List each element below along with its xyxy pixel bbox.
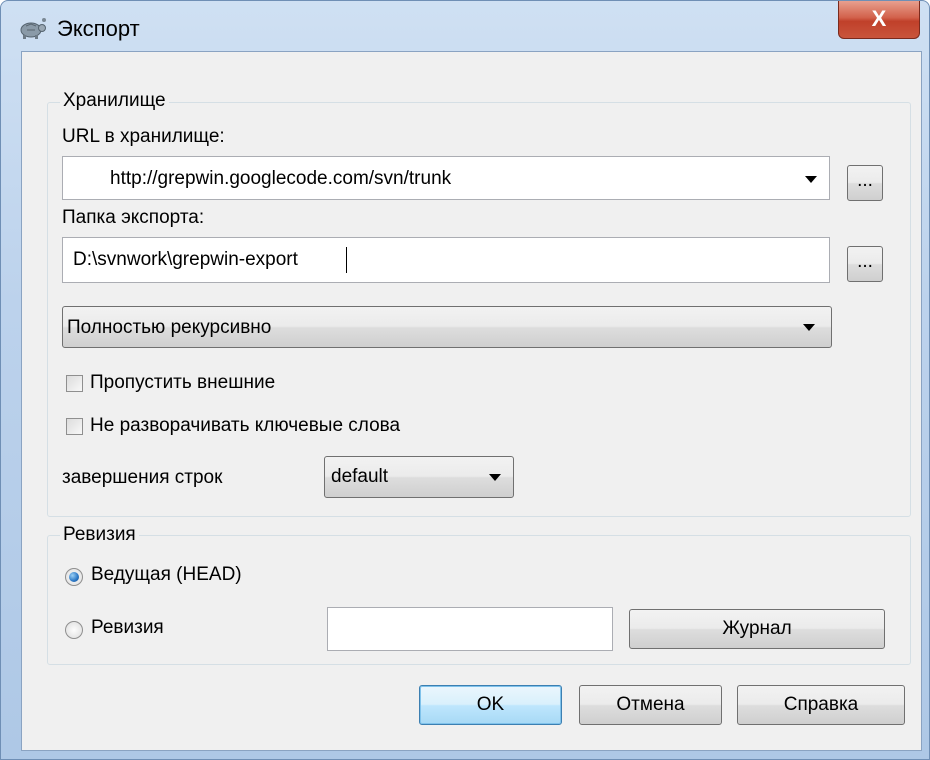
export-folder-browse-button[interactable]: ... xyxy=(847,246,883,282)
omit-externals-label[interactable]: Пропустить внешние xyxy=(90,372,275,394)
chevron-down-icon[interactable] xyxy=(803,324,815,331)
cancel-button[interactable]: Отмена xyxy=(579,685,722,725)
title-bar[interactable]: Экспорт X xyxy=(1,1,929,51)
help-button[interactable]: Справка xyxy=(737,685,905,725)
log-button[interactable]: Журнал xyxy=(629,609,885,649)
revision-radio-label[interactable]: Ревизия xyxy=(91,617,164,639)
chevron-down-icon[interactable] xyxy=(489,474,501,481)
export-folder-input[interactable]: D:\svnwork\grepwin-export xyxy=(62,237,830,283)
text-caret xyxy=(346,247,347,273)
url-value: http://grepwin.googlecode.com/svn/trunk xyxy=(110,168,452,189)
no-keywords-label[interactable]: Не разворачивать ключевые слова xyxy=(90,415,400,437)
omit-externals-checkbox[interactable] xyxy=(66,375,83,392)
depth-value: Полностью рекурсивно xyxy=(67,317,272,338)
dialog-client-area: Хранилище URL в хранилище: http://grepwi… xyxy=(21,51,922,751)
revision-group-legend: Ревизия xyxy=(60,524,139,546)
url-browse-label: ... xyxy=(857,170,873,191)
radio-selected-dot xyxy=(69,572,79,582)
chevron-down-icon[interactable] xyxy=(805,176,817,183)
no-keywords-checkbox[interactable] xyxy=(66,418,83,435)
repository-group-legend: Хранилище xyxy=(60,90,169,112)
export-dialog-window: Экспорт X Хранилище URL в хранилище: htt… xyxy=(0,0,930,760)
log-button-label: Журнал xyxy=(722,618,792,639)
cancel-button-label: Отмена xyxy=(616,694,685,715)
tortoise-icon xyxy=(20,18,46,39)
window-title: Экспорт xyxy=(57,16,140,41)
ok-button-label: OK xyxy=(476,694,505,715)
eol-value: default xyxy=(331,466,389,487)
close-button[interactable]: X xyxy=(838,1,920,39)
head-radio-label[interactable]: Ведущая (HEAD) xyxy=(91,564,242,586)
revision-radio[interactable] xyxy=(65,621,83,639)
url-browse-button[interactable]: ... xyxy=(847,165,883,201)
close-icon: X xyxy=(871,6,887,31)
ok-button[interactable]: OK xyxy=(419,685,562,725)
revision-input[interactable] xyxy=(327,607,613,651)
url-label: URL в хранилище: xyxy=(62,126,225,147)
eol-label: завершения строк xyxy=(62,467,223,488)
export-folder-label: Папка экспорта: xyxy=(62,207,205,228)
eol-dropdown[interactable]: default xyxy=(324,456,514,498)
export-folder-browse-label: ... xyxy=(857,251,873,272)
head-radio[interactable] xyxy=(65,568,83,586)
url-combobox[interactable]: http://grepwin.googlecode.com/svn/trunk xyxy=(62,156,830,200)
help-button-label: Справка xyxy=(783,694,859,715)
export-folder-value: D:\svnwork\grepwin-export xyxy=(73,249,298,270)
depth-dropdown[interactable]: Полностью рекурсивно xyxy=(62,306,832,348)
